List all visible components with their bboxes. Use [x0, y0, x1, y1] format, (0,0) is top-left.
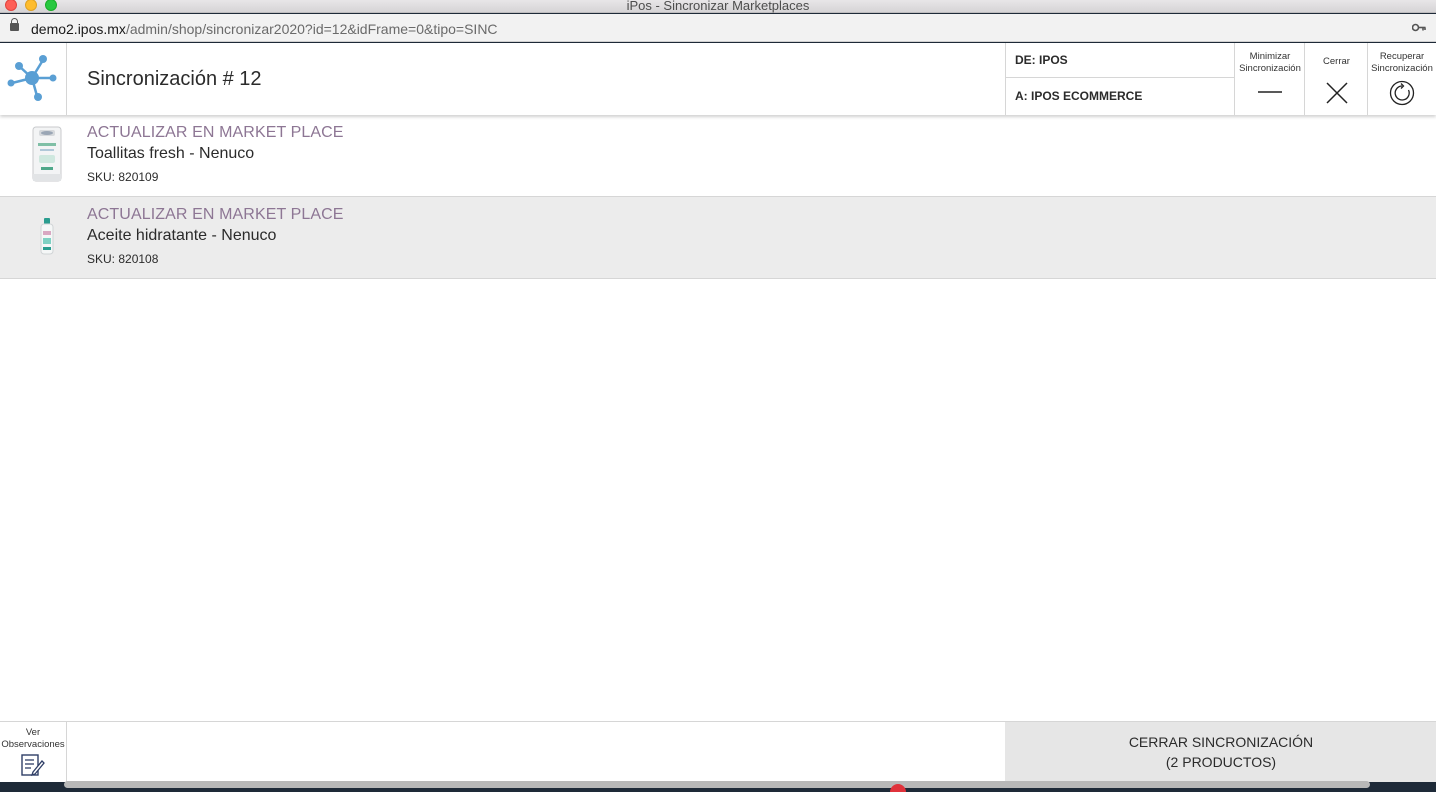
close-button[interactable]: Cerrar: [1304, 43, 1368, 115]
list-item[interactable]: ACTUALIZAR EN MARKET PLACE Toallitas fre…: [0, 115, 1436, 197]
item-name: Aceite hidratante - Nenuco: [87, 227, 277, 244]
url-path: /admin/shop/sincronizar2020?id=12&idFram…: [125, 21, 498, 37]
logo: [0, 43, 67, 115]
sync-from: DE: IPOS: [1006, 43, 1235, 78]
window-titlebar: iPos - Sincronizar Marketplaces: [0, 0, 1436, 13]
sync-direction: DE: IPOS A: IPOS ECOMMERCE: [1005, 43, 1235, 115]
minimize-icon: [1258, 91, 1282, 93]
product-thumbnail: [32, 126, 62, 182]
minimize-sync-label: Minimizar Sincronización: [1239, 51, 1301, 74]
window-title: iPos - Sincronizar Marketplaces: [626, 0, 810, 13]
page-title: Sincronización # 12: [87, 68, 262, 90]
item-action: ACTUALIZAR EN MARKET PLACE: [87, 206, 344, 223]
item-action: ACTUALIZAR EN MARKET PLACE: [87, 124, 344, 141]
sync-to: A: IPOS ECOMMERCE: [1015, 89, 1143, 103]
url-host: demo2.ipos.mx: [31, 21, 126, 37]
refresh-icon: [1389, 80, 1415, 106]
item-sku: SKU: 820108: [87, 252, 159, 266]
list-item[interactable]: ACTUALIZAR EN MARKET PLACE Aceite hidrat…: [0, 197, 1436, 279]
close-sync-label: CERRAR SINCRONIZACIÓN: [1128, 734, 1314, 750]
sync-app: Sincronización # 12 DE: IPOS A: IPOS ECO…: [0, 43, 1436, 783]
close-sync-button[interactable]: CERRAR SINCRONIZACIÓN (2 PRODUCTOS): [1005, 722, 1436, 783]
recover-sync-label: Recuperar Sincronización: [1371, 51, 1433, 74]
item-sku: SKU: 820109: [87, 170, 159, 184]
recover-sync-button[interactable]: Recuperar Sincronización: [1367, 43, 1436, 115]
item-name: Toallitas fresh - Nenuco: [87, 145, 255, 162]
url-text[interactable]: demo2.ipos.mx/admin/shop/sincronizar2020…: [31, 21, 498, 37]
view-observations-button[interactable]: Ver Observaciones: [0, 722, 67, 783]
close-icon: [1325, 82, 1348, 104]
notes-edit-icon: [21, 754, 45, 777]
sync-footer: Ver Observaciones CERRAR SINCRONIZACIÓN …: [0, 721, 1436, 783]
horizontal-scrollbar[interactable]: [64, 781, 1370, 788]
product-list: ACTUALIZAR EN MARKET PLACE Toallitas fre…: [0, 115, 1436, 279]
address-bar[interactable]: demo2.ipos.mx/admin/shop/sincronizar2020…: [0, 14, 1436, 42]
network-logo-icon: [7, 55, 57, 101]
product-thumbnail: [40, 218, 54, 255]
view-observations-label: Ver Observaciones: [1, 727, 65, 750]
key-icon[interactable]: [1412, 23, 1426, 32]
close-label: Cerrar: [1323, 56, 1350, 67]
minimize-sync-button[interactable]: Minimizar Sincronización: [1234, 43, 1305, 115]
lock-icon: [10, 18, 19, 31]
sync-header: Sincronización # 12 DE: IPOS A: IPOS ECO…: [0, 43, 1436, 115]
close-sync-count: (2 PRODUCTOS): [1165, 754, 1277, 770]
